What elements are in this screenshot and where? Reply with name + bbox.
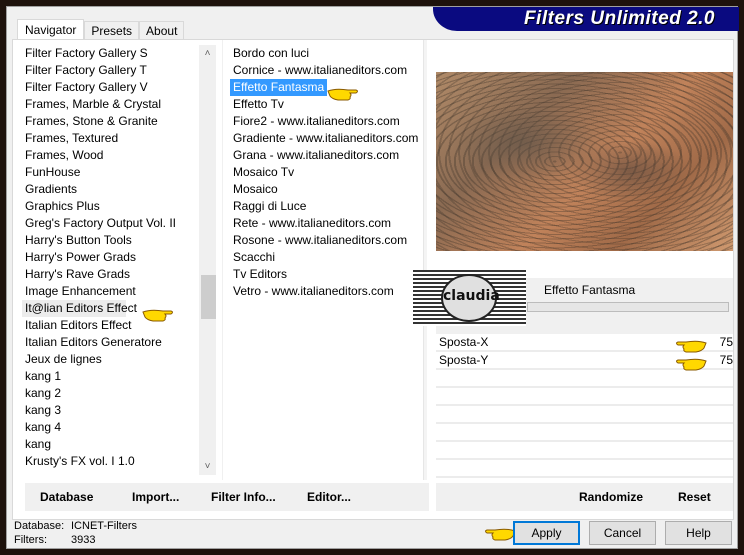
category-item[interactable]: FunHouse <box>22 164 197 181</box>
author-logo: claudia <box>413 270 526 326</box>
param-value[interactable]: 75 <box>720 334 733 350</box>
navigator-toolbar: Database Import... Filter Info... Editor… <box>25 483 429 511</box>
category-item[interactable]: It@lian Editors Effect <box>22 300 137 317</box>
category-item[interactable]: Filter Factory Gallery T <box>22 62 197 79</box>
apply-button[interactable]: Apply <box>513 521 580 545</box>
param-label: Sposta-X <box>439 335 489 349</box>
filter-item[interactable]: Cornice - www.italianeditors.com <box>230 62 420 79</box>
logo-badge: claudia <box>441 274 500 322</box>
category-item[interactable]: Image Enhancement <box>22 283 197 300</box>
param-row-empty <box>436 460 733 478</box>
filter-item[interactable]: Effetto Tv <box>230 96 420 113</box>
filter-item[interactable]: Tv Editors <box>230 266 420 283</box>
category-item[interactable]: Filter Factory Gallery S <box>22 45 197 62</box>
pointing-hand-icon <box>676 340 707 353</box>
randomize-button[interactable]: Randomize <box>579 490 643 504</box>
scroll-up-arrow-icon[interactable]: ˄ <box>199 45 216 62</box>
navigator-panel: Filter Factory Gallery S Filter Factory G… <box>12 39 734 520</box>
category-item[interactable]: kang 4 <box>22 419 197 436</box>
filter-item-selected-label: Effetto Fantasma <box>230 79 328 96</box>
filter-name-label: Effetto Fantasma <box>544 283 636 297</box>
filter-item[interactable]: Bordo con luci <box>230 45 420 62</box>
preview-image <box>436 72 733 251</box>
category-item[interactable]: kang 2 <box>22 385 197 402</box>
tab-navigator[interactable]: Navigator <box>17 19 85 40</box>
category-list[interactable]: Filter Factory Gallery S Filter Factory G… <box>22 45 197 470</box>
category-item[interactable]: Harry's Button Tools <box>22 232 197 249</box>
reset-button[interactable]: Reset <box>678 490 711 504</box>
filter-item[interactable]: Rosone - www.italianeditors.com <box>230 232 420 249</box>
cancel-button[interactable]: Cancel <box>589 521 656 545</box>
category-item[interactable]: kang <box>22 436 197 453</box>
param-row-empty <box>436 424 733 442</box>
filter-list[interactable]: Bordo con luci Cornice - www.italianedito… <box>230 45 420 300</box>
category-item[interactable]: Harry's Power Grads <box>22 249 197 266</box>
pointing-hand-icon <box>676 358 707 371</box>
filter-item[interactable]: Effetto Fantasma <box>230 79 420 96</box>
filter-item[interactable]: Rete - www.italianeditors.com <box>230 215 420 232</box>
category-item[interactable]: Frames, Wood <box>22 147 197 164</box>
category-item[interactable]: Krusty's FX vol. I 1.0 <box>22 453 197 470</box>
database-value: ICNET-Filters <box>71 520 137 532</box>
category-item[interactable]: Frames, Textured <box>22 130 197 147</box>
category-item[interactable]: Greg's Factory Output Vol. II <box>22 215 197 232</box>
filter-info-button[interactable]: Filter Info... <box>211 490 276 504</box>
category-item[interactable]: kang 3 <box>22 402 197 419</box>
category-item[interactable]: Frames, Stone & Granite <box>22 113 197 130</box>
scroll-thumb[interactable] <box>201 275 216 319</box>
category-scrollbar[interactable]: ˄ ˅ <box>199 45 216 475</box>
pointing-hand-icon <box>327 88 358 101</box>
progress-bar <box>527 302 729 312</box>
param-value[interactable]: 75 <box>720 352 733 368</box>
category-item[interactable]: Gradients <box>22 181 197 198</box>
category-item[interactable]: Jeux de lignes <box>22 351 197 368</box>
param-row-empty <box>436 388 733 406</box>
pointing-hand-icon <box>142 309 173 322</box>
category-item[interactable]: kang 1 <box>22 368 197 385</box>
param-row-empty <box>436 406 733 424</box>
filters-unlimited-dialog: Filters Unlimited 2.0 Navigator Presets … <box>6 6 739 549</box>
divider <box>423 40 427 480</box>
param-label: Sposta-Y <box>439 353 489 367</box>
category-item[interactable]: Harry's Rave Grads <box>22 266 197 283</box>
filter-item[interactable]: Scacchi <box>230 249 420 266</box>
filter-item[interactable]: Grana - www.italianeditors.com <box>230 147 420 164</box>
category-item[interactable]: Graphics Plus <box>22 198 197 215</box>
status-area: Database: ICNET-Filters Filters: 3933 <box>14 519 137 547</box>
tab-presets[interactable]: Presets <box>84 21 140 39</box>
filter-item[interactable]: Raggi di Luce <box>230 198 420 215</box>
pointing-hand-icon <box>485 528 516 541</box>
filters-label: Filters: <box>14 534 47 546</box>
editor-button[interactable]: Editor... <box>307 490 351 504</box>
filter-toolbar: Randomize Reset <box>436 483 733 511</box>
filters-count: 3933 <box>71 534 96 546</box>
import-button[interactable]: Import... <box>132 490 179 504</box>
database-button[interactable]: Database <box>40 490 93 504</box>
filter-item[interactable]: Gradiente - www.italianeditors.com <box>230 130 420 147</box>
tab-bar: Navigator Presets About <box>17 19 185 40</box>
filter-item[interactable]: Vetro - www.italianeditors.com <box>230 283 420 300</box>
scroll-down-arrow-icon[interactable]: ˅ <box>199 458 216 475</box>
filter-item[interactable]: Mosaico <box>230 181 420 198</box>
category-item[interactable]: Frames, Marble & Crystal <box>22 96 197 113</box>
category-item[interactable]: Italian Editors Generatore <box>22 334 197 351</box>
database-label: Database: <box>14 520 65 532</box>
tab-about[interactable]: About <box>139 21 185 39</box>
category-item[interactable]: Filter Factory Gallery V <box>22 79 197 96</box>
help-button[interactable]: Help <box>665 521 732 545</box>
app-title-banner: Filters Unlimited 2.0 <box>433 7 739 31</box>
filter-item[interactable]: Fiore2 - www.italianeditors.com <box>230 113 420 130</box>
divider <box>222 40 223 480</box>
param-row-empty <box>436 442 733 460</box>
param-row-empty <box>436 370 733 388</box>
filter-item[interactable]: Mosaico Tv <box>230 164 420 181</box>
